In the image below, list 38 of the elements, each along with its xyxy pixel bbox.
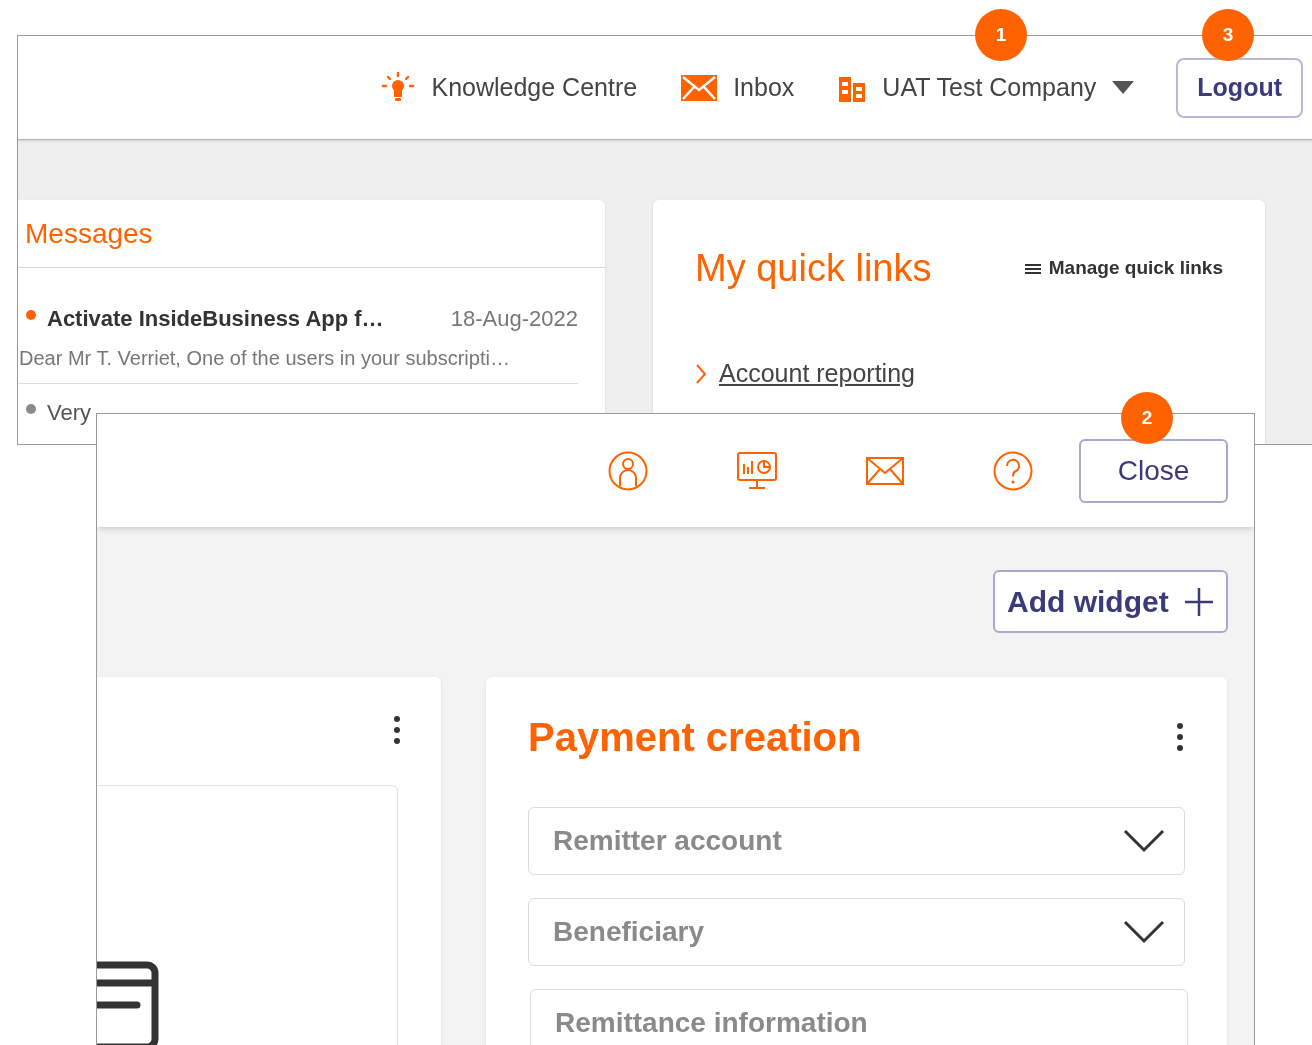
plus-icon	[1184, 586, 1214, 617]
message-item[interactable]: Activate InsideBusiness App f… 18-Aug-2022 Dear Mr T. Verriet, One of the users in your subscripti…	[19, 268, 578, 384]
callout-badge: 1	[975, 9, 1027, 61]
quick-link[interactable]: Account reporting	[695, 355, 1223, 393]
message-date: 18-Aug-2022	[450, 305, 578, 333]
card-title: Payment creation	[528, 714, 862, 761]
dropdown-field[interactable]: Beneficiary	[528, 898, 1185, 966]
manage-quick-links-link[interactable]: Manage quick links	[1024, 254, 1223, 283]
card-title: My quick links	[695, 246, 932, 291]
company-name: UAT Test Company	[882, 71, 1097, 103]
caret-down-icon	[1112, 81, 1135, 94]
more-options-icon[interactable]	[1176, 722, 1184, 752]
message-preview: Dear Mr T. Verriet, One of the users in your subscripti…	[19, 346, 511, 371]
help-icon[interactable]	[993, 450, 1033, 491]
chevron-down-icon	[1123, 920, 1165, 944]
link-label: Knowledge Centre	[431, 71, 638, 103]
close-button[interactable]: Close	[1079, 438, 1228, 503]
envelope-icon[interactable]	[866, 456, 904, 485]
more-options-icon[interactable]	[393, 715, 401, 745]
knowledge-centre-link[interactable]: Knowledge Centre	[381, 68, 638, 107]
card-icon	[97, 961, 159, 1045]
monitor-chart-icon[interactable]	[737, 451, 777, 490]
callout-badge: 3	[1202, 9, 1254, 61]
envelope-icon	[681, 74, 718, 101]
message-subject: Very	[47, 399, 92, 427]
link-label: Inbox	[733, 71, 795, 103]
add-widget-button[interactable]: Add widget	[993, 570, 1228, 633]
chevron-down-icon	[1123, 829, 1165, 853]
message-subject: Activate InsideBusiness App f…	[47, 305, 384, 333]
message-item[interactable]: Very	[19, 384, 92, 429]
card-title: Messages	[25, 216, 153, 251]
user-icon[interactable]	[608, 450, 648, 491]
inbox-link[interactable]: Inbox	[681, 68, 795, 107]
dropdown-field[interactable]: Remitter account	[528, 807, 1185, 875]
sliders-icon	[1024, 261, 1041, 276]
company-dropdown[interactable]: UAT Test Company	[838, 68, 1135, 107]
input-field[interactable]: Remittance information	[530, 989, 1188, 1045]
chevron-right-icon	[695, 362, 707, 385]
